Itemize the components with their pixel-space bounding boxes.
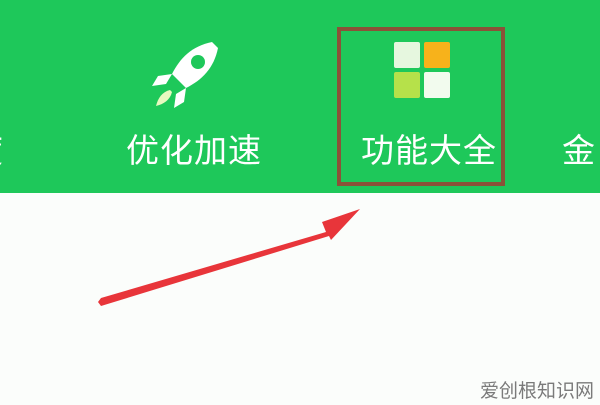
annotation-highlight-box bbox=[337, 27, 505, 186]
toolbar-item-optimize[interactable]: 优化加速 bbox=[110, 0, 270, 193]
toolbar-item-label: 金 bbox=[562, 131, 596, 170]
rocket-icon bbox=[146, 36, 226, 120]
toolbar-item-partial-right[interactable]: 金 bbox=[562, 0, 600, 193]
toolbar-item-label: 优化加速 bbox=[126, 131, 262, 170]
watermark: 爱创根知识网 bbox=[479, 380, 594, 402]
toolbar: 度 优化加速 功能大全 金 bbox=[0, 0, 600, 193]
toolbar-item-partial-left[interactable]: 度 bbox=[0, 0, 30, 193]
toolbar-item-label: 度 bbox=[0, 131, 4, 171]
